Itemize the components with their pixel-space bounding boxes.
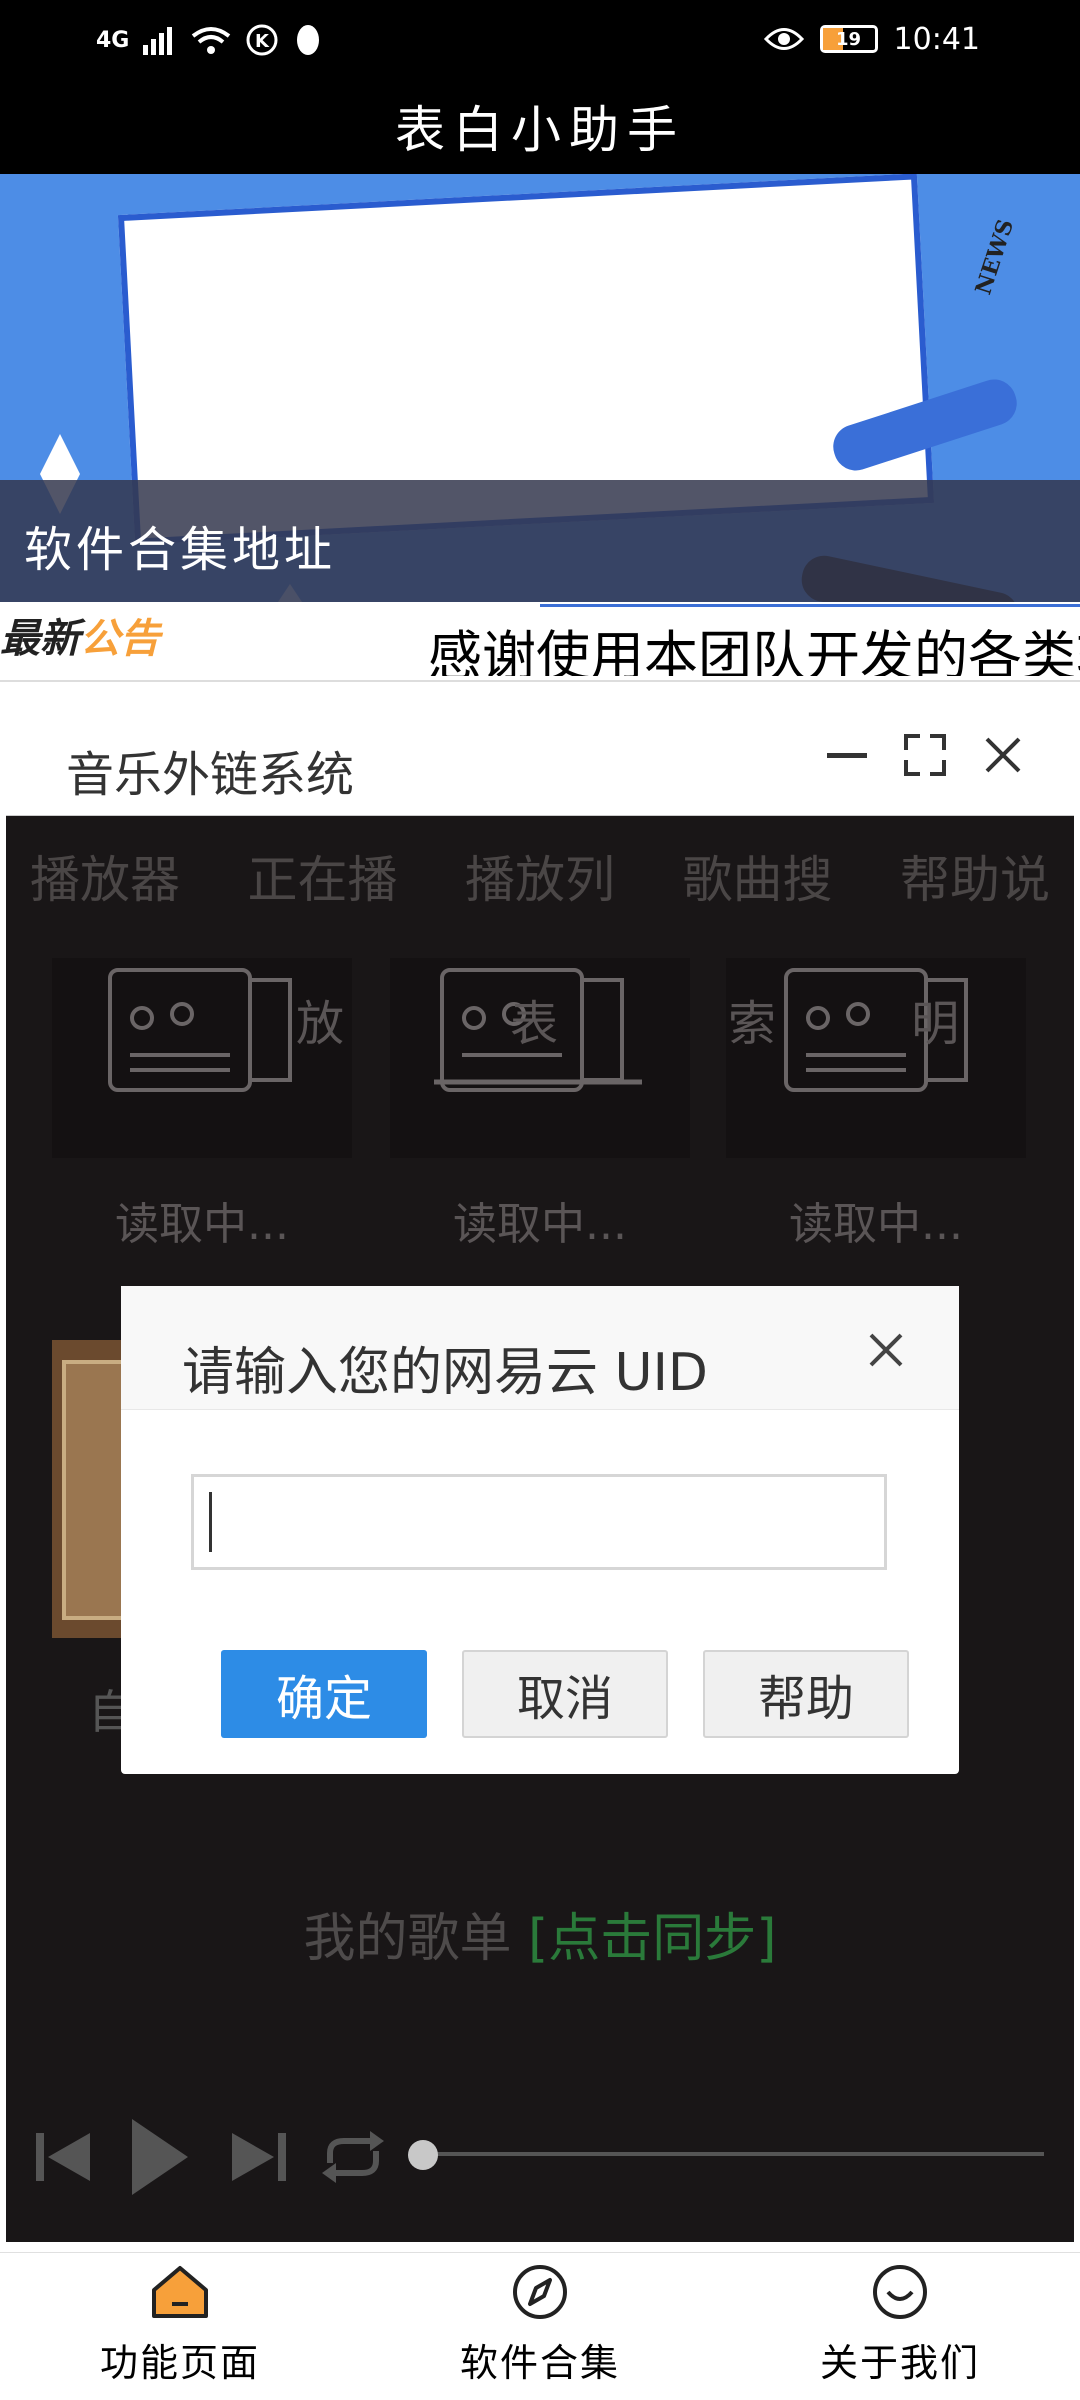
confirm-button[interactable]: 确定 [221,1650,427,1738]
nav-item-about[interactable]: 关于我们 [770,2262,1030,2392]
eye-icon [763,28,804,50]
tab-help[interactable]: 帮助说 [900,840,1050,920]
home-icon [152,2266,208,2318]
svg-text:K: K [255,31,270,52]
uid-input[interactable] [191,1474,887,1570]
music-list-icon [108,968,292,1092]
banner-caption[interactable]: 软件合集地址 [24,510,336,580]
close-icon[interactable] [968,720,1038,790]
banner-subline: 点这免费获取 你能想到的这都有 [0,4,230,23]
signal-icon [143,27,173,55]
nav-label: 功能页面 [99,2341,260,2385]
repeat-icon[interactable] [318,2112,388,2202]
smile-icon [873,2265,927,2319]
help-button[interactable]: 帮助 [703,1650,909,1738]
progress-track[interactable] [426,2152,1044,2156]
playlist-label: 我的歌单 [303,1909,512,1969]
notice-marquee[interactable]: 感谢使用本团队开发的各类软件 [428,612,1080,676]
nav-item-software[interactable]: 软件合集 [410,2262,670,2392]
progress-knob[interactable] [408,2140,438,2170]
card-overlay-text: 索 明 [728,996,960,1052]
status-right: 19 10:41 [763,18,980,60]
k-app-icon: K [246,24,278,56]
qq-penguin-icon [297,25,320,55]
app-title: 表白小助手 [0,78,1080,174]
card-overlay-text: 放 [296,996,345,1052]
status-left: 4G K [96,20,323,60]
cancel-button[interactable]: 取消 [462,1650,668,1738]
window-title: 音乐外链系统 [66,747,355,803]
tab-player[interactable]: 播放器 [30,840,180,920]
tab-now-playing[interactable]: 正在播 [248,840,398,920]
dialog-close-icon[interactable] [856,1320,916,1380]
previous-track-icon[interactable] [34,2112,94,2202]
minimize-icon[interactable] [812,720,882,790]
tab-song-search[interactable]: 歌曲搜 [683,840,833,920]
next-track-icon[interactable] [228,2112,288,2202]
notice-label-announce: 公告 [80,616,160,662]
nav-label: 关于我们 [819,2341,980,2385]
text-cursor [209,1492,212,1552]
card-label: 读取中... [789,1199,963,1250]
my-playlist-text: 我的歌单 [点击同步] [0,1896,1080,1971]
battery-icon: 19 [819,25,878,53]
notice-label: 最新 公告 [0,606,160,664]
nav-item-functions[interactable]: 功能页面 [50,2262,310,2392]
play-icon[interactable] [128,2112,190,2202]
battery-level: 19 [836,28,862,50]
tab-playlist[interactable]: 播放列 [465,840,615,920]
card-overlay-text: 表 [510,996,559,1052]
maximize-icon[interactable] [890,720,960,790]
wifi-icon [192,27,231,54]
player-tabs: 播放器 正在播 播放列 歌曲搜 帮助说 [6,840,1074,920]
network-label: 4G [96,27,130,53]
compass-icon [513,2265,567,2319]
notice-label-new: 最新 [0,616,80,662]
sync-link[interactable]: [点击同步] [528,1909,777,1969]
clock: 10:41 [893,21,980,57]
card-label: 读取中... [453,1199,627,1250]
nav-label: 软件合集 [459,2341,620,2385]
notice-divider [540,604,1080,607]
card-label: 读取中... [115,1199,289,1250]
dialog-title: 请输入您的网易云 UID [182,1343,708,1403]
